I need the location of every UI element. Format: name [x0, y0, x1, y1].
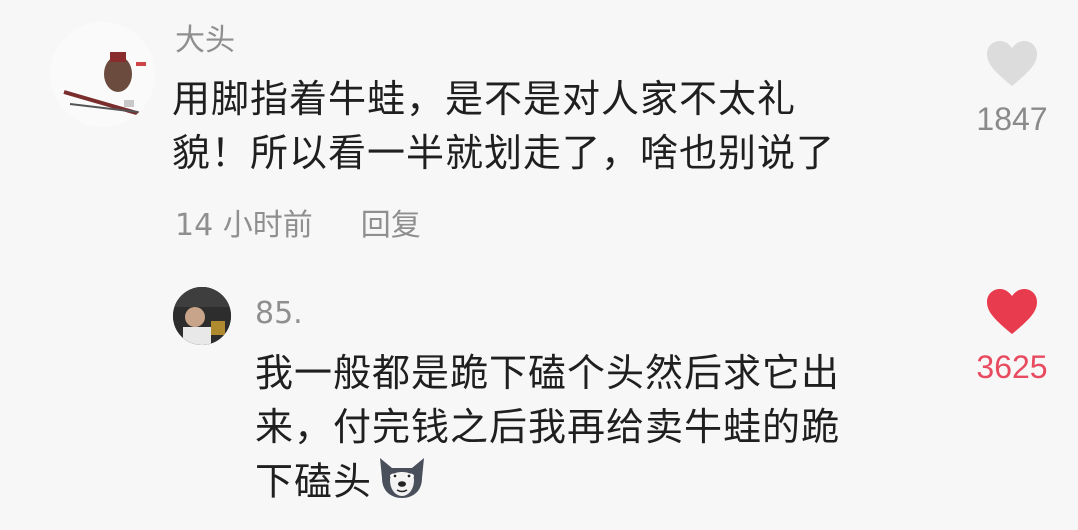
doge-icon — [376, 454, 428, 514]
comment-text-line: 我一般都是跪下磕个头然后求它出 — [255, 351, 841, 395]
comment-timestamp: 14 小时前 — [175, 208, 313, 243]
like-count: 3625 — [976, 349, 1048, 385]
avatar[interactable] — [50, 22, 155, 127]
comment-text-line: 貌！所以看一半就划走了，啥也别说了 — [172, 131, 836, 175]
avatar[interactable] — [173, 287, 231, 345]
heart-filled-icon — [987, 289, 1037, 334]
comment-text-fragment: 下磕头 — [255, 459, 373, 504]
comment-username[interactable]: 85. — [255, 296, 303, 332]
comment-text-line-last: 下磕头 — [255, 454, 840, 514]
comment-thread: 大头 用脚指着牛蛙，是不是对人家不太礼 貌！所以看一半就划走了，啥也别说了 14… — [0, 0, 1078, 530]
like-count: 1847 — [976, 101, 1048, 137]
reply-button[interactable]: 回复 — [361, 208, 421, 243]
heart-outline-icon — [987, 41, 1037, 86]
like-button[interactable]: 3625 — [957, 288, 1067, 386]
comment-text-line: 来，付完钱之后我再给卖牛蛙的跪 — [255, 405, 841, 449]
comment-username[interactable]: 大头 — [175, 23, 235, 59]
comment-meta: 14 小时前 回复 — [175, 206, 421, 246]
comment-text: 用脚指着牛蛙，是不是对人家不太礼 貌！所以看一半就划走了，啥也别说了 — [172, 72, 835, 180]
comment-text-line: 用脚指着牛蛙，是不是对人家不太礼 — [172, 77, 797, 121]
like-button[interactable]: 1847 — [957, 40, 1067, 138]
comment-text: 我一般都是跪下磕个头然后求它出 来，付完钱之后我再给卖牛蛙的跪 下磕头 — [255, 346, 840, 514]
